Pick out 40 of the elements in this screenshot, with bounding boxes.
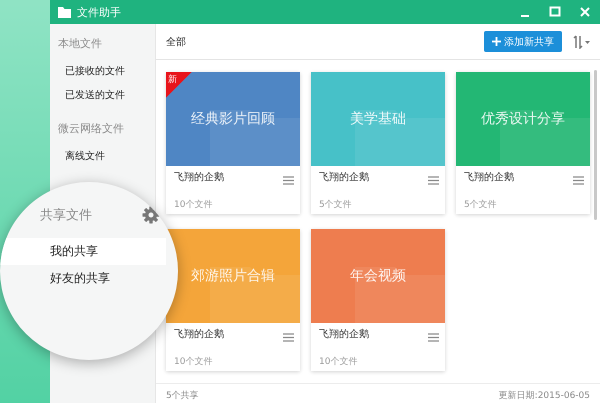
owner-name: 飞翔的企鹅 [464, 170, 515, 184]
new-badge: 新 [166, 72, 192, 98]
update-date: 更新日期:2015-06-05 [498, 390, 590, 402]
file-count: 10个文件 [173, 198, 214, 211]
file-count: 5个文件 [318, 198, 353, 211]
maximize-icon[interactable] [548, 5, 562, 19]
file-count: 10个文件 [318, 356, 358, 368]
sidebar-item[interactable]: 已接收的文件 [50, 59, 155, 83]
card-title: 郊游照片合辑 [191, 267, 275, 285]
share-card[interactable]: 年会视频 飞翔的企鹅 10个文件 [311, 229, 445, 371]
card-title: 经典影片回顾 [191, 110, 275, 128]
sidebar-item[interactable]: 离线文件 [50, 144, 155, 168]
sidebar-heading: 微云网络文件 [57, 121, 125, 137]
close-icon[interactable] [578, 5, 592, 19]
settings-icon[interactable] [142, 206, 160, 224]
owner-name: 飞翔的企鹅 [319, 328, 370, 341]
file-count: 5个文件 [463, 198, 498, 211]
sort-icon[interactable] [572, 34, 592, 48]
share-card[interactable]: 美学基础 飞翔的企鹅 5个文件 [311, 72, 445, 214]
folder-icon [58, 6, 71, 18]
sidebar-item[interactable]: 好友的共享 [0, 265, 166, 292]
filter-label[interactable]: 全部 [166, 34, 484, 48]
sidebar-heading: 本地文件 [57, 36, 103, 52]
share-card[interactable]: 经典影片回顾 新 飞翔的企鹅 10个文件 [166, 72, 300, 214]
section-heading: 共享文件 [40, 207, 93, 224]
share-card[interactable]: 优秀设计分享 飞翔的企鹅 5个文件 [456, 72, 590, 214]
owner-name: 飞翔的企鹅 [174, 328, 225, 341]
card-title: 美学基础 [350, 110, 406, 128]
owner-name: 飞翔的企鹅 [319, 170, 370, 184]
share-count: 5个共享 [166, 390, 199, 402]
share-card[interactable]: 郊游照片合辑 飞翔的企鹅 10个文件 [166, 229, 300, 371]
window-title: 文件助手 [77, 4, 122, 20]
card-title: 优秀设计分享 [481, 110, 565, 128]
sidebar-item[interactable]: 我的共享 [0, 238, 166, 265]
add-share-button[interactable]: 添加新共享 [484, 31, 562, 52]
sidebar-item[interactable]: 已发送的文件 [50, 83, 155, 107]
card-title: 年会视频 [350, 267, 406, 285]
owner-name: 飞翔的企鹅 [174, 170, 225, 184]
plus-icon [492, 37, 501, 46]
file-count: 10个文件 [173, 356, 214, 368]
